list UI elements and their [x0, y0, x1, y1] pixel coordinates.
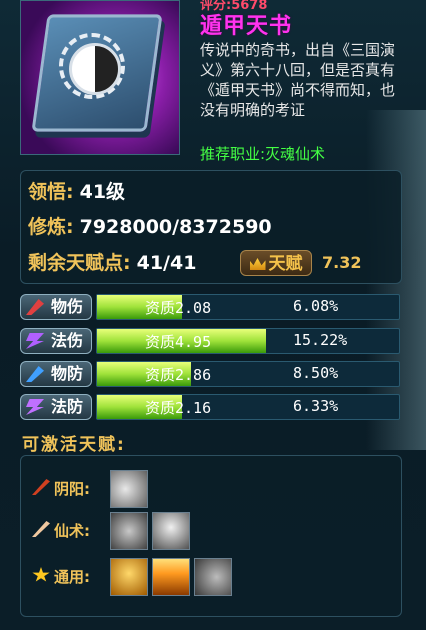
magic-bolt-icon — [26, 333, 44, 349]
comprehension-value: 41级 — [79, 181, 126, 203]
talent-points-label: 剩余天赋点: — [28, 252, 131, 274]
attribute-label-text: 法伤 — [51, 331, 84, 350]
item-tooltip-panel: 评分:5678 遁甲天书 传说中的奇书，出自《三国演义》第六十八回，但是否真有《… — [0, 0, 426, 630]
cultivation-value: 7928000/8372590 — [79, 216, 272, 238]
skill-icon[interactable] — [110, 470, 148, 508]
attribute-label-text: 物防 — [51, 364, 84, 383]
attribute-bar: 资质4.95 15.22% — [96, 328, 400, 354]
star-icon — [32, 567, 50, 582]
aptitude-text: 资质4.95 — [145, 333, 212, 351]
percent-text: 6.33% — [293, 397, 339, 415]
item-image — [20, 0, 180, 155]
cultivation-row: 修炼: 7928000/8372590 — [28, 212, 272, 242]
shield-icon — [26, 366, 44, 382]
attribute-row: 物伤 资质2.08 6.08% — [20, 294, 400, 320]
talent-button-label: 天赋 — [268, 254, 303, 274]
skill-row-label-text: 阴阳: — [54, 480, 90, 498]
skill-row: 仙术: — [30, 512, 390, 552]
percent-text: 6.08% — [293, 297, 339, 315]
attribute-bar: 资质2.16 6.33% — [96, 394, 400, 420]
item-name: 遁甲天书 — [200, 14, 293, 39]
activatable-talents-title: 可激活天赋: — [22, 435, 126, 455]
attribute-bar: 资质2.86 8.50% — [96, 361, 400, 387]
attribute-label: 物伤 — [20, 294, 92, 320]
percent-text: 8.50% — [293, 364, 339, 382]
aptitude-text: 资质2.86 — [145, 366, 212, 384]
skill-icon[interactable] — [152, 512, 190, 550]
skill-icon[interactable] — [194, 558, 232, 596]
talent-points-value: 41/41 — [136, 252, 197, 274]
talent-value: 7.32 — [322, 253, 362, 272]
attribute-bar: 资质2.08 6.08% — [96, 294, 400, 320]
skill-row-label: 通用: — [30, 566, 105, 587]
aptitude-text: 资质2.08 — [145, 299, 212, 317]
skill-row-label: 阴阳: — [30, 478, 105, 499]
skill-icon[interactable] — [152, 558, 190, 596]
attribute-label: 物防 — [20, 361, 92, 387]
attribute-row: 物防 资质2.86 8.50% — [20, 361, 400, 387]
attribute-label-text: 法防 — [51, 397, 84, 416]
skill-icon[interactable] — [110, 558, 148, 596]
percent-text: 15.22% — [293, 331, 348, 349]
staff-icon — [32, 479, 50, 495]
attribute-label-text: 物伤 — [51, 297, 84, 316]
skill-row: 通用: — [30, 558, 390, 598]
talent-button[interactable]: 天赋 — [240, 250, 312, 276]
talent-points-row: 剩余天赋点: 41/41 — [28, 248, 196, 278]
skill-row-label-text: 通用: — [54, 568, 90, 586]
attribute-row: 法伤 资质4.95 15.22% — [20, 328, 400, 354]
comprehension-label: 领悟: — [28, 181, 74, 203]
skill-row-label: 仙术: — [30, 520, 105, 541]
comprehension-row: 领悟: 41级 — [28, 177, 125, 207]
skill-row-label-text: 仙术: — [54, 522, 90, 540]
magic-shield-icon — [26, 399, 44, 415]
recommended-class: 推荐职业:灭魂仙术 — [200, 145, 326, 163]
skill-row: 阴阳: — [30, 470, 390, 510]
attribute-label: 法伤 — [20, 328, 92, 354]
fist-icon — [32, 521, 50, 537]
attribute-label: 法防 — [20, 394, 92, 420]
yinyang-icon — [69, 43, 121, 95]
sword-icon — [26, 299, 44, 315]
aptitude-text: 资质2.16 — [145, 399, 212, 417]
cultivation-label: 修炼: — [28, 216, 74, 238]
skill-icon[interactable] — [110, 512, 148, 550]
attribute-row: 法防 资质2.16 6.33% — [20, 394, 400, 420]
item-description: 传说中的奇书，出自《三国演义》第六十八回，但是否真有《遁甲天书》尚不得而知，也没… — [200, 41, 396, 119]
crown-icon — [249, 258, 266, 270]
